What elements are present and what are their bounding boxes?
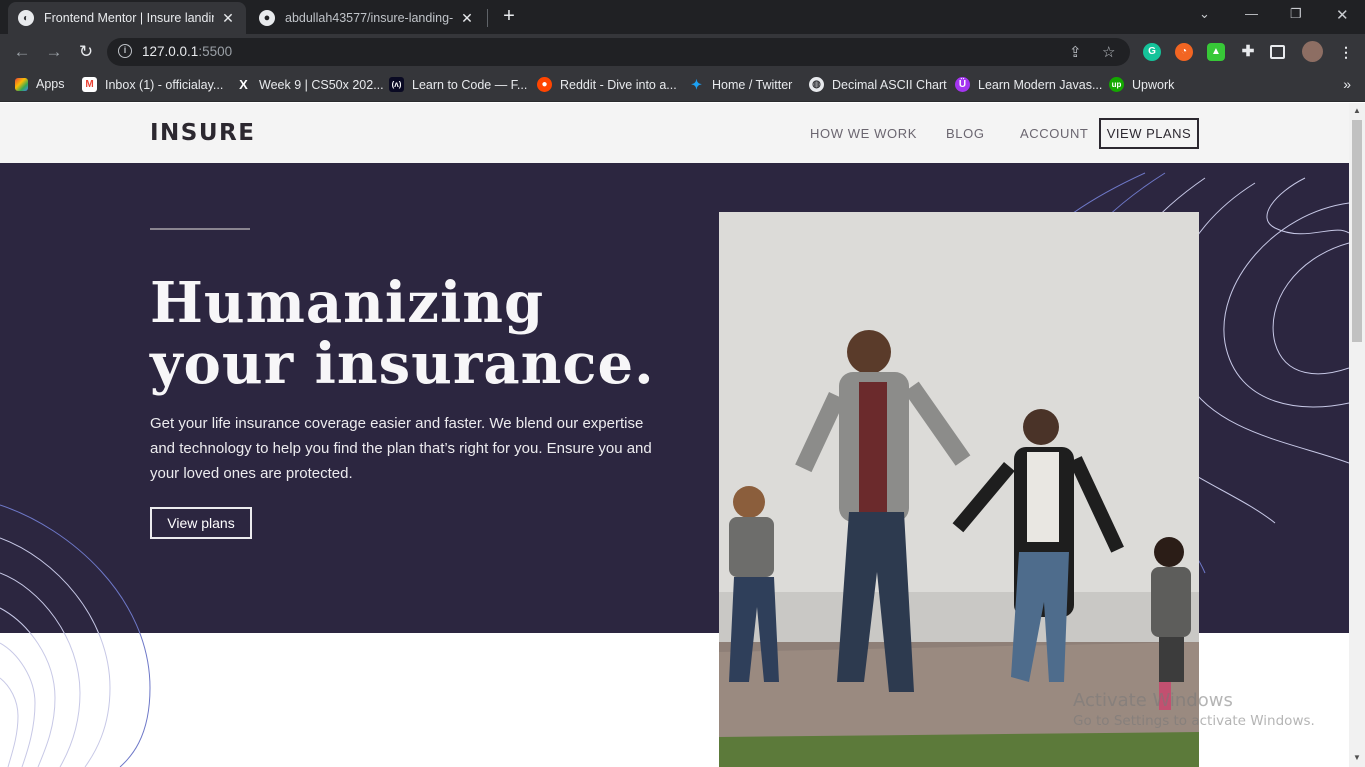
bookmark-label: Learn Modern Javas... — [978, 77, 1103, 92]
page-viewport: INSURE HOW WE WORK BLOG ACCOUNT VIEW PLA… — [0, 103, 1349, 767]
bookmark-gmail[interactable]: M Inbox (1) - officialay... — [82, 77, 223, 92]
puzzle-icon[interactable]: ✚ — [1239, 43, 1257, 61]
view-plans-nav-button[interactable]: VIEW PLANS — [1099, 118, 1199, 149]
bookmark-upwork[interactable]: up Upwork — [1109, 77, 1174, 92]
bookmark-twitter[interactable]: ✦ Home / Twitter — [689, 77, 792, 92]
forward-icon[interactable]: → — [43, 41, 65, 63]
bookmark-label: Home / Twitter — [712, 77, 793, 92]
bookmark-reddit[interactable]: ● Reddit - Dive into a... — [537, 77, 677, 92]
browser-toolbar: ← → ↻ i 127.0.0.1:5500 ⇪ ☆ G ◔ ▲ ✚ ⋮ — [0, 34, 1365, 70]
globe-icon: ◍ — [809, 77, 824, 92]
url-port: :5500 — [198, 44, 233, 59]
freecodecamp-icon: (ʌ) — [389, 77, 404, 92]
bookmark-ascii-chart[interactable]: ◍ Decimal ASCII Chart — [809, 77, 947, 92]
nav-blog[interactable]: BLOG — [946, 126, 985, 141]
new-tab-icon[interactable]: + — [498, 5, 520, 27]
site-info-icon[interactable]: i — [118, 44, 132, 58]
bookmark-udemy[interactable]: Ü Learn Modern Javas... — [955, 77, 1102, 92]
udemy-icon: Ü — [955, 77, 970, 92]
url-text: 127.0.0.1:5500 — [142, 44, 232, 59]
sidebar-icon[interactable] — [1270, 45, 1285, 59]
window-close-icon[interactable]: ✕ — [1336, 6, 1349, 24]
reddit-icon: ● — [537, 77, 552, 92]
bookmark-label: Learn to Code — F... — [412, 77, 528, 92]
bookmark-cs50[interactable]: X Week 9 | CS50x 202... — [236, 77, 384, 92]
bookmark-star-icon[interactable]: ☆ — [1102, 43, 1115, 61]
edx-icon: X — [239, 77, 248, 92]
bookmark-label: Inbox (1) - officialay... — [105, 77, 224, 92]
scroll-up-icon[interactable]: ▲ — [1353, 106, 1361, 115]
back-icon[interactable]: ← — [11, 41, 33, 63]
apps-grid-icon — [15, 77, 28, 91]
share-icon[interactable]: ⇪ — [1069, 43, 1082, 61]
minimize-icon[interactable]: — — [1245, 6, 1258, 21]
address-bar[interactable]: i 127.0.0.1:5500 ⇪ ☆ — [107, 38, 1130, 66]
tab-separator — [487, 9, 488, 27]
curve-pattern-bottom-left — [0, 504, 151, 767]
nav-how-we-work[interactable]: HOW WE WORK — [810, 126, 917, 141]
tab-title: Frontend Mentor | Insure landing — [44, 11, 214, 25]
bookmark-freecodecamp[interactable]: (ʌ) Learn to Code — F... — [389, 77, 527, 92]
nav-account[interactable]: ACCOUNT — [1020, 126, 1088, 141]
restore-icon[interactable]: ❐ — [1290, 6, 1302, 22]
github-icon: ● — [259, 10, 275, 26]
more-bookmarks-icon[interactable]: » — [1343, 76, 1351, 92]
scrollbar-thumb[interactable] — [1352, 120, 1362, 342]
tab-github[interactable]: ● abdullah43577/insure-landing-pa ✕ — [249, 2, 485, 34]
twitter-icon: ✦ — [691, 76, 702, 92]
hero-divider — [150, 228, 250, 230]
page-scrollbar[interactable]: ▲ ▼ — [1349, 103, 1365, 767]
url-host: 127.0.0.1 — [142, 44, 199, 59]
grammarly-icon[interactable]: G — [1143, 43, 1161, 61]
bookmarks-bar: Apps M Inbox (1) - officialay... X Week … — [0, 70, 1365, 102]
hero-family-image — [719, 212, 1199, 767]
rss-icon[interactable]: ◔ — [1175, 43, 1193, 61]
tab-search-icon[interactable]: ⌄ — [1199, 6, 1210, 22]
close-icon[interactable]: ✕ — [459, 10, 475, 27]
windows-activation-watermark: Activate Windows Go to Settings to activ… — [1073, 690, 1315, 729]
browser-tab-bar: ◐ Frontend Mentor | Insure landing ✕ ● a… — [0, 0, 1365, 34]
bookmark-apps[interactable]: Apps — [15, 77, 65, 91]
hero-title-line-1: Humanizing — [150, 270, 545, 336]
profile-avatar[interactable] — [1302, 41, 1323, 62]
site-header: INSURE HOW WE WORK BLOG ACCOUNT VIEW PLA… — [0, 103, 1349, 163]
frontend-mentor-icon: ◐ — [18, 10, 34, 26]
tab-frontend-mentor[interactable]: ◐ Frontend Mentor | Insure landing ✕ — [8, 2, 246, 34]
bookmark-label: Upwork — [1132, 77, 1175, 92]
reload-icon[interactable]: ↻ — [75, 41, 97, 63]
bookmark-label: Reddit - Dive into a... — [560, 77, 677, 92]
scroll-down-icon[interactable]: ▼ — [1353, 753, 1361, 762]
watermark-subtitle: Go to Settings to activate Windows. — [1073, 713, 1315, 729]
hero-title-line-2: your insurance. — [150, 331, 655, 397]
tab-title: abdullah43577/insure-landing-pa — [285, 11, 453, 25]
extension-icon[interactable]: ▲ — [1207, 43, 1225, 61]
site-logo[interactable]: INSURE — [150, 120, 255, 146]
hero-description: Get your life insurance coverage easier … — [150, 415, 652, 482]
hero-title: Humanizing your insurance. — [150, 273, 670, 395]
bookmark-label: Week 9 | CS50x 202... — [259, 77, 384, 92]
menu-icon[interactable]: ⋮ — [1337, 43, 1355, 61]
upwork-icon: up — [1109, 77, 1124, 92]
close-icon[interactable]: ✕ — [220, 10, 236, 27]
gmail-icon: M — [82, 77, 97, 92]
bookmark-label: Apps — [36, 77, 65, 91]
watermark-title: Activate Windows — [1073, 690, 1233, 711]
bookmark-label: Decimal ASCII Chart — [832, 77, 947, 92]
